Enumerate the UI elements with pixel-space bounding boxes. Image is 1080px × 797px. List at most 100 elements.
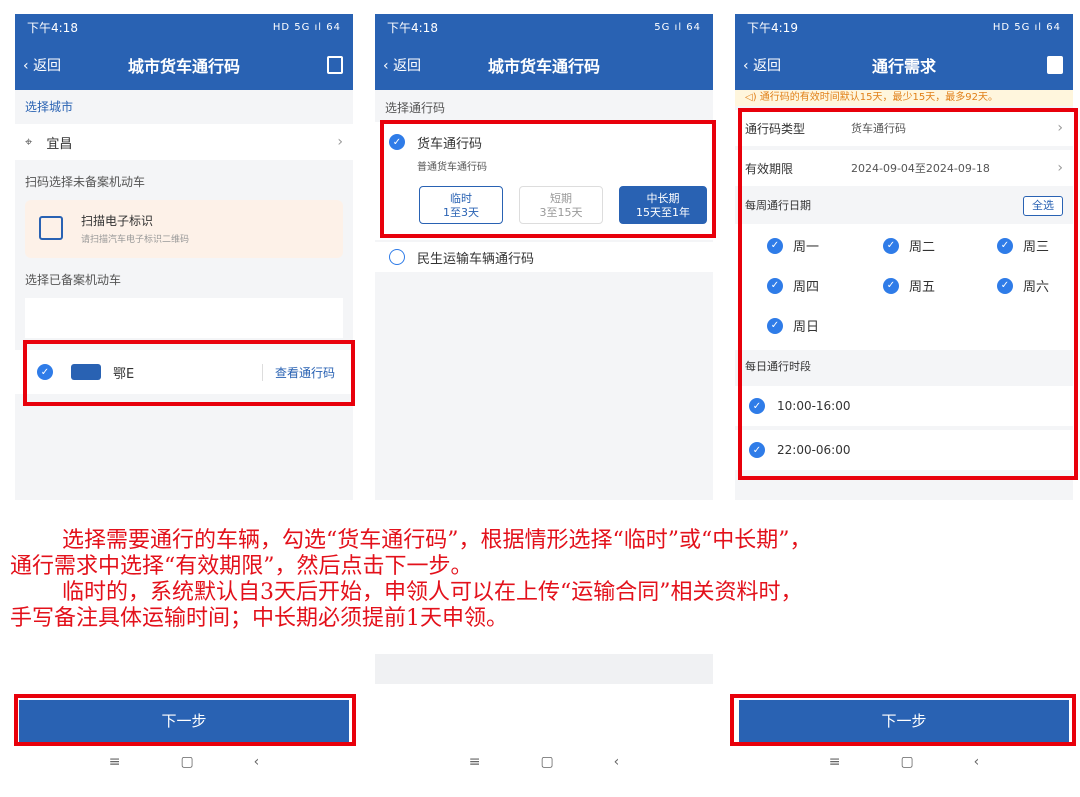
check-icon[interactable]: ✓ bbox=[883, 277, 899, 294]
vehicle-placeholder-row[interactable] bbox=[25, 298, 343, 338]
code-type-row[interactable]: 通行码类型 货车通行码 › bbox=[735, 110, 1073, 146]
back-icon[interactable]: ‹ bbox=[974, 754, 980, 774]
slot-row-1[interactable]: ✓ 10:00-16:00 bbox=[735, 386, 1073, 426]
truck-code-card[interactable]: ✓ 货车通行码 普通货车通行码 临时 1至3天 短期 3至15天 中长期 15天至1年 bbox=[375, 122, 713, 240]
status-time: 下午4:18 bbox=[387, 20, 438, 35]
page-title: 城市货车通行码 bbox=[487, 57, 600, 76]
scan-subtitle: 请扫描汽车电子标识二维码 bbox=[81, 235, 190, 245]
notice-text: 通行码的有效时间默认15天，最少15天，最多92天。 bbox=[759, 92, 998, 103]
check-icon[interactable]: ✓ bbox=[749, 398, 765, 414]
qr-scan-icon bbox=[39, 216, 63, 240]
check-icon[interactable]: ✓ bbox=[997, 277, 1013, 294]
next-button-3[interactable]: 下一步 bbox=[739, 700, 1069, 742]
next-button-1[interactable]: 下一步 bbox=[19, 700, 349, 742]
period-range: 1至3天 bbox=[443, 206, 479, 219]
select-all-button[interactable]: 全选 bbox=[1023, 196, 1063, 216]
scan-card[interactable]: 扫描电子标识 请扫描汽车电子标识二维码 bbox=[25, 200, 343, 258]
day-sun[interactable]: ✓ 周日 bbox=[767, 316, 819, 335]
nav-bar: ‹ 返回 城市货车通行码 bbox=[375, 40, 713, 90]
slot-row-2[interactable]: ✓ 22:00-06:00 bbox=[735, 430, 1073, 470]
period-short-button[interactable]: 短期 3至15天 bbox=[519, 186, 603, 224]
system-nav-2: ≡ ▢ ‹ bbox=[375, 754, 713, 774]
period-long-button[interactable]: 中长期 15天至1年 bbox=[619, 186, 707, 224]
page-title: 城市货车通行码 bbox=[127, 57, 240, 76]
home-icon[interactable]: ▢ bbox=[900, 754, 913, 774]
document-icon[interactable] bbox=[1047, 56, 1063, 74]
slot-label: 每日通行时段 bbox=[745, 360, 811, 373]
bottom-strip bbox=[735, 654, 1073, 684]
back-button[interactable]: ‹ 返回 bbox=[23, 55, 61, 75]
check-icon[interactable]: ✓ bbox=[37, 364, 53, 380]
day-wed[interactable]: ✓ 周三 bbox=[997, 236, 1049, 255]
slot-value: 10:00-16:00 bbox=[777, 399, 851, 413]
section-filed: 选择已备案机动车 bbox=[25, 273, 122, 287]
day-grid: ✓ 周一 ✓ 周二 ✓ 周三 ✓ 周四 ✓ 周五 ✓ 周六 ✓ 周日 bbox=[735, 224, 1073, 350]
vehicle-row[interactable]: ✓ 鄂E 查看通行码 bbox=[15, 350, 353, 394]
day-fri[interactable]: ✓ 周五 bbox=[883, 276, 935, 295]
day-label: 周二 bbox=[909, 240, 936, 255]
menu-icon[interactable]: ≡ bbox=[469, 754, 481, 774]
slot-value: 22:00-06:00 bbox=[777, 443, 851, 457]
annotation-line-1: 选择需要通行的车辆，勾选“货车通行码”，根据情形选择“临时”或“中长期”， bbox=[62, 528, 812, 553]
validity-label: 有效期限 bbox=[745, 161, 794, 176]
period-temp-button[interactable]: 临时 1至3天 bbox=[419, 186, 503, 224]
annotation-line-4: 手写备注具体运输时间；中长期必须提前1天申领。 bbox=[10, 606, 508, 631]
day-tue[interactable]: ✓ 周二 bbox=[883, 236, 935, 255]
home-icon[interactable]: ▢ bbox=[180, 754, 193, 774]
back-label: 返回 bbox=[393, 58, 422, 74]
signal-indicator: HD 5G ıl 64 bbox=[992, 21, 1061, 33]
back-icon[interactable]: ‹ bbox=[254, 754, 260, 774]
status-bar: 下午4:18 5G ıl 64 bbox=[375, 14, 713, 40]
page-title: 通行需求 bbox=[871, 57, 936, 76]
civil-code-label: 民生运输车辆通行码 bbox=[417, 251, 535, 267]
menu-icon[interactable]: ≡ bbox=[829, 754, 841, 774]
nav-bar: ‹ 返回 城市货车通行码 bbox=[15, 40, 353, 90]
signal-indicator: 5G ıl 64 bbox=[654, 21, 701, 33]
period-range: 15天至1年 bbox=[636, 206, 690, 219]
city-row[interactable]: ⌖ 宜昌 › bbox=[15, 124, 353, 160]
check-icon[interactable]: ✓ bbox=[767, 317, 783, 334]
record-icon[interactable] bbox=[327, 56, 343, 74]
nav-bar: ‹ 返回 通行需求 bbox=[735, 40, 1073, 90]
status-bar: 下午4:19 HD 5G ıl 64 bbox=[735, 14, 1073, 40]
chevron-right-icon: › bbox=[1057, 160, 1063, 176]
annotation-line-2: 通行需求中选择“有效期限”，然后点击下一步。 bbox=[10, 554, 473, 579]
check-icon[interactable]: ✓ bbox=[767, 277, 783, 294]
city-value: 宜昌 bbox=[46, 136, 73, 152]
check-icon[interactable]: ✓ bbox=[883, 237, 899, 254]
menu-icon[interactable]: ≡ bbox=[109, 754, 121, 774]
screen-code-select: 下午4:18 5G ıl 64 ‹ 返回 城市货车通行码 选择通行码 ✓ 货车通… bbox=[375, 14, 713, 500]
validity-row[interactable]: 有效期限 2024-09-04至2024-09-18 › bbox=[735, 150, 1073, 186]
radio-icon[interactable] bbox=[389, 249, 405, 265]
plate-number: 鄂E bbox=[113, 366, 135, 382]
period-name: 临时 bbox=[450, 192, 472, 205]
view-code-link[interactable]: 查看通行码 bbox=[261, 363, 335, 381]
day-sat[interactable]: ✓ 周六 bbox=[997, 276, 1049, 295]
day-thu[interactable]: ✓ 周四 bbox=[767, 276, 819, 295]
civil-code-row[interactable]: 民生运输车辆通行码 bbox=[375, 242, 713, 272]
day-label: 周四 bbox=[793, 280, 820, 295]
bottom-gray-strip bbox=[375, 654, 713, 684]
section-select-city: 选择城市 bbox=[25, 100, 74, 114]
check-icon[interactable]: ✓ bbox=[749, 442, 765, 458]
truck-code-subtitle: 普通货车通行码 bbox=[417, 162, 487, 173]
chevron-right-icon: › bbox=[1057, 120, 1063, 136]
day-label: 周六 bbox=[1023, 280, 1050, 295]
check-icon[interactable]: ✓ bbox=[767, 237, 783, 254]
truck-icon bbox=[71, 364, 101, 380]
day-label: 周日 bbox=[793, 320, 820, 335]
home-icon[interactable]: ▢ bbox=[540, 754, 553, 774]
code-type-value: 货车通行码 bbox=[851, 122, 906, 135]
back-icon[interactable]: ‹ bbox=[614, 754, 620, 774]
period-range: 3至15天 bbox=[539, 206, 583, 219]
back-button[interactable]: ‹ 返回 bbox=[383, 55, 421, 75]
validity-value: 2024-09-04至2024-09-18 bbox=[851, 162, 990, 175]
signal-indicator: HD 5G ıl 64 bbox=[272, 21, 341, 33]
day-label: 周三 bbox=[1023, 240, 1050, 255]
check-icon[interactable]: ✓ bbox=[389, 134, 405, 150]
back-button[interactable]: ‹ 返回 bbox=[743, 55, 781, 75]
day-mon[interactable]: ✓ 周一 bbox=[767, 236, 819, 255]
section-scan: 扫码选择未备案机动车 bbox=[25, 175, 146, 189]
check-icon[interactable]: ✓ bbox=[997, 237, 1013, 254]
status-time: 下午4:18 bbox=[27, 20, 78, 35]
